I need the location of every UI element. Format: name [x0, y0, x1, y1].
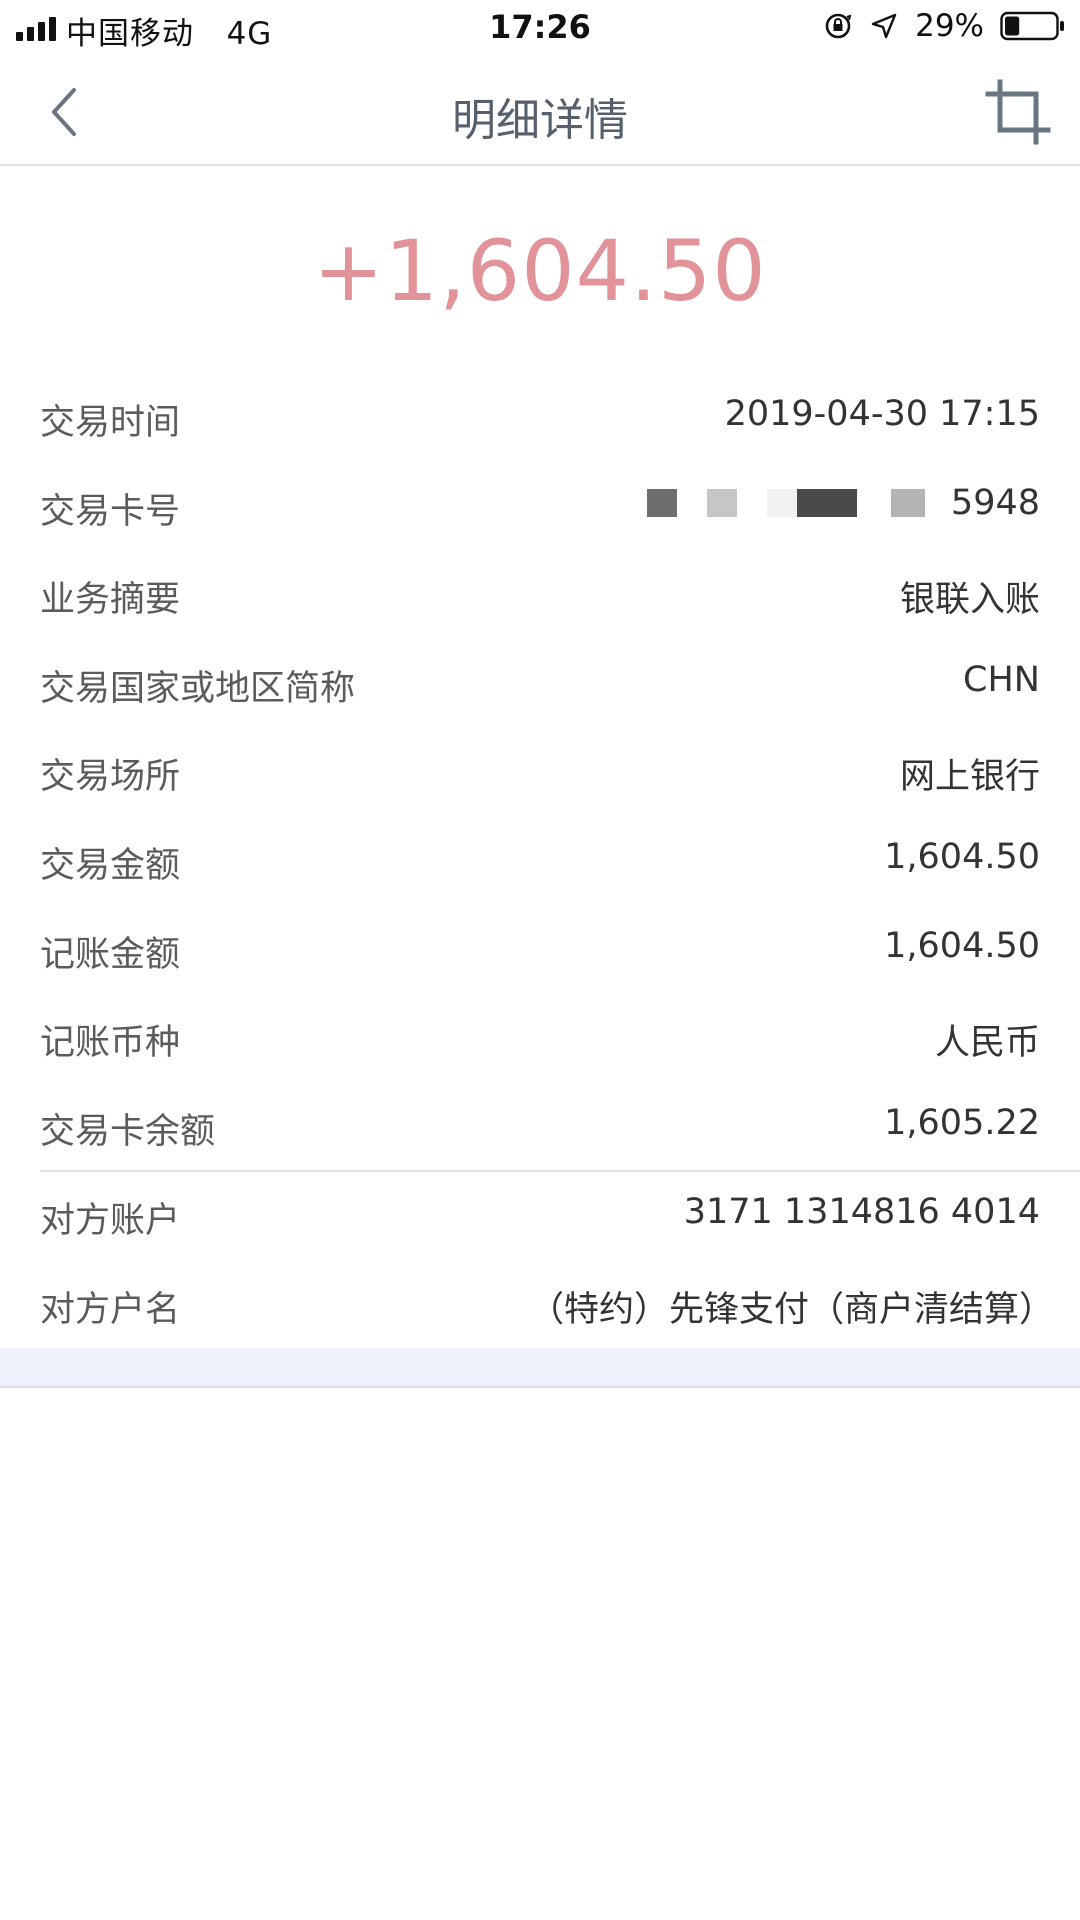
battery-percent: 29% [915, 8, 984, 44]
status-bar: 中国移动 4G 17:26 29% [0, 0, 1080, 58]
rotation-lock-icon [825, 13, 852, 39]
masked-card-digits [646, 483, 947, 523]
crop-icon [985, 79, 1051, 145]
page-title: 明细详情 [452, 95, 628, 146]
footer-band [0, 1348, 1080, 1388]
detail-row-currency: 记账币种 人民币 [0, 994, 1080, 1083]
detail-row-card-balance: 交易卡余额 1,605.22 [0, 1083, 1080, 1172]
detail-row-posted-amount: 记账金额 1,604.50 [0, 906, 1080, 995]
detail-value: 1,605.22 [884, 1102, 1040, 1143]
detail-value: 3171 1314816 4014 [683, 1192, 1040, 1232]
detail-row-country: 交易国家或地区简称 CHN [0, 640, 1080, 729]
detail-value: 人民币 [934, 1023, 1040, 1064]
detail-label: 对方账户 [40, 1201, 181, 1241]
card-last-digits: 5948 [950, 482, 1040, 523]
detail-row-counterparty-name: 对方户名 （特约）先锋支付（商户清结算） [0, 1261, 1080, 1350]
detail-label: 交易场所 [40, 757, 181, 798]
detail-row-venue: 交易场所 网上银行 [0, 728, 1080, 817]
detail-value: 1,604.50 [884, 836, 1040, 877]
detail-label: 记账币种 [40, 1023, 181, 1064]
detail-row-summary: 业务摘要 银联入账 [0, 551, 1080, 640]
detail-label: 交易卡号 [40, 491, 181, 532]
transaction-amount: +1,604.50 [313, 222, 767, 320]
detail-label: 交易国家或地区简称 [40, 668, 356, 709]
detail-value: 网上银行 [899, 757, 1040, 798]
detail-label: 交易卡余额 [40, 1111, 216, 1152]
detail-value: CHN [963, 659, 1040, 700]
detail-value: （特约）先锋支付（商户清结算） [528, 1289, 1054, 1330]
detail-label: 交易金额 [40, 845, 181, 886]
detail-value: 2019-04-30 17:15 [724, 394, 1040, 434]
detail-label: 业务摘要 [40, 580, 181, 621]
detail-label: 记账金额 [40, 934, 181, 975]
battery-fill [1005, 16, 1020, 36]
card-number-value: 5948 [646, 482, 1040, 523]
detail-row-counterparty-account: 对方账户 3171 1314816 4014 [0, 1172, 1080, 1261]
detail-row-card-number: 交易卡号 5948 [0, 463, 1080, 552]
detail-label: 对方户名 [40, 1289, 181, 1330]
detail-label: 交易时间 [40, 403, 181, 443]
nav-bar: 明细详情 [0, 58, 1080, 166]
status-indicators: 29% [823, 8, 1066, 44]
crop-button[interactable] [984, 78, 1052, 146]
transaction-details: 交易时间 2019-04-30 17:15 交易卡号 5948 业务摘要 银联入… [0, 374, 1080, 1171]
detail-row-transaction-amount: 交易金额 1,604.50 [0, 817, 1080, 906]
detail-value: 1,604.50 [884, 925, 1040, 966]
location-arrow-icon [871, 13, 897, 39]
battery-icon [1000, 11, 1064, 41]
detail-row-time: 交易时间 2019-04-30 17:15 [0, 374, 1080, 463]
detail-value: 银联入账 [899, 580, 1040, 621]
counterparty-details: 对方账户 3171 1314816 4014 对方户名 （特约）先锋支付（商户清… [0, 1172, 1080, 1349]
